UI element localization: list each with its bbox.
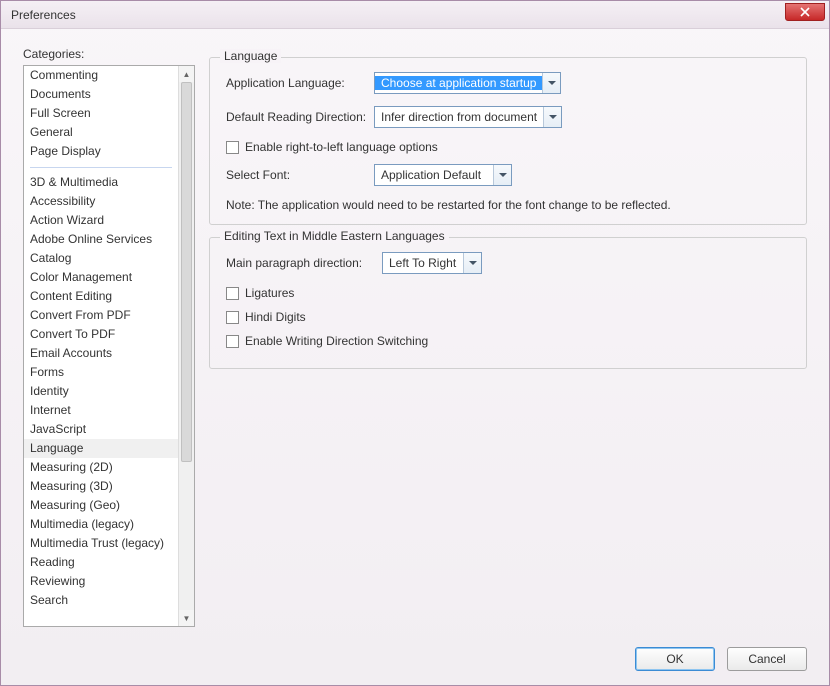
middle-eastern-group: Editing Text in Middle Eastern Languages…	[209, 237, 807, 369]
chevron-down-icon	[463, 253, 481, 273]
category-item[interactable]: Full Screen	[24, 104, 178, 123]
paragraph-direction-label: Main paragraph direction:	[224, 256, 382, 270]
reading-direction-value: Infer direction from document	[375, 110, 543, 124]
category-item[interactable]: Search	[24, 591, 178, 610]
window-title: Preferences	[11, 8, 76, 22]
preferences-window: Preferences Categories: CommentingDocume…	[0, 0, 830, 686]
category-item[interactable]: Email Accounts	[24, 344, 178, 363]
category-item[interactable]: Content Editing	[24, 287, 178, 306]
ligatures-checkbox[interactable]	[226, 287, 239, 300]
rtl-checkbox[interactable]	[226, 141, 239, 154]
reading-direction-combo[interactable]: Infer direction from document	[374, 106, 562, 128]
ok-button[interactable]: OK	[635, 647, 715, 671]
middle-eastern-group-title: Editing Text in Middle Eastern Languages	[220, 229, 449, 243]
category-item[interactable]: Convert From PDF	[24, 306, 178, 325]
font-value: Application Default	[375, 168, 493, 182]
paragraph-direction-value: Left To Right	[383, 256, 463, 270]
font-note: Note: The application would need to be r…	[226, 198, 792, 212]
titlebar: Preferences	[1, 1, 829, 29]
categories-scroll[interactable]: CommentingDocumentsFull ScreenGeneralPag…	[24, 66, 178, 626]
category-item[interactable]: Identity	[24, 382, 178, 401]
chevron-down-icon	[542, 73, 560, 93]
categories-list: CommentingDocumentsFull ScreenGeneralPag…	[23, 65, 195, 627]
language-group-title: Language	[220, 49, 281, 63]
app-language-row: Application Language: Choose at applicat…	[224, 72, 792, 94]
app-language-value: Choose at application startup	[375, 76, 542, 90]
button-bar: OK Cancel	[635, 647, 807, 671]
cancel-button[interactable]: Cancel	[727, 647, 807, 671]
category-item[interactable]: Page Display	[24, 142, 178, 161]
category-separator	[30, 167, 172, 168]
category-item[interactable]: 3D & Multimedia	[24, 173, 178, 192]
category-item[interactable]: Reading	[24, 553, 178, 572]
font-row: Select Font: Application Default	[224, 164, 792, 186]
scroll-thumb[interactable]	[181, 82, 192, 462]
category-item[interactable]: Multimedia (legacy)	[24, 515, 178, 534]
category-item[interactable]: Measuring (3D)	[24, 477, 178, 496]
scrollbar[interactable]: ▲ ▼	[178, 66, 194, 626]
category-item[interactable]: Multimedia Trust (legacy)	[24, 534, 178, 553]
category-item[interactable]: Adobe Online Services	[24, 230, 178, 249]
rtl-checkbox-label: Enable right-to-left language options	[245, 140, 438, 154]
font-combo[interactable]: Application Default	[374, 164, 512, 186]
category-item[interactable]: Action Wizard	[24, 211, 178, 230]
writing-direction-checkbox-row[interactable]: Enable Writing Direction Switching	[226, 334, 792, 348]
scroll-track[interactable]	[179, 82, 194, 610]
language-group: Language Application Language: Choose at…	[209, 57, 807, 225]
paragraph-direction-combo[interactable]: Left To Right	[382, 252, 482, 274]
settings-panel: Language Application Language: Choose at…	[209, 41, 807, 381]
scroll-up-button[interactable]: ▲	[179, 66, 194, 82]
category-item[interactable]: JavaScript	[24, 420, 178, 439]
category-item[interactable]: Internet	[24, 401, 178, 420]
chevron-down-icon	[543, 107, 561, 127]
font-label: Select Font:	[224, 168, 374, 182]
category-item[interactable]: Commenting	[24, 66, 178, 85]
close-icon	[800, 7, 810, 17]
category-item[interactable]: Accessibility	[24, 192, 178, 211]
app-language-combo[interactable]: Choose at application startup	[374, 72, 561, 94]
chevron-down-icon	[493, 165, 511, 185]
writing-direction-label: Enable Writing Direction Switching	[245, 334, 428, 348]
content-area: Categories: CommentingDocumentsFull Scre…	[23, 41, 807, 627]
reading-direction-row: Default Reading Direction: Infer directi…	[224, 106, 792, 128]
category-item[interactable]: Convert To PDF	[24, 325, 178, 344]
category-item[interactable]: Documents	[24, 85, 178, 104]
paragraph-direction-row: Main paragraph direction: Left To Right	[224, 252, 792, 274]
hindi-digits-checkbox[interactable]	[226, 311, 239, 324]
reading-direction-label: Default Reading Direction:	[224, 110, 374, 124]
category-item[interactable]: Color Management	[24, 268, 178, 287]
category-item[interactable]: Measuring (Geo)	[24, 496, 178, 515]
app-language-label: Application Language:	[224, 76, 374, 90]
writing-direction-checkbox[interactable]	[226, 335, 239, 348]
ligatures-label: Ligatures	[245, 286, 294, 300]
scroll-down-button[interactable]: ▼	[179, 610, 194, 626]
category-item[interactable]: Measuring (2D)	[24, 458, 178, 477]
ligatures-checkbox-row[interactable]: Ligatures	[226, 286, 792, 300]
categories-label: Categories:	[23, 47, 84, 61]
category-item[interactable]: Reviewing	[24, 572, 178, 591]
hindi-digits-label: Hindi Digits	[245, 310, 306, 324]
category-item[interactable]: Forms	[24, 363, 178, 382]
rtl-checkbox-row[interactable]: Enable right-to-left language options	[226, 140, 792, 154]
category-item[interactable]: General	[24, 123, 178, 142]
hindi-digits-checkbox-row[interactable]: Hindi Digits	[226, 310, 792, 324]
category-item[interactable]: Language	[24, 439, 178, 458]
close-button[interactable]	[785, 3, 825, 21]
category-item[interactable]: Catalog	[24, 249, 178, 268]
